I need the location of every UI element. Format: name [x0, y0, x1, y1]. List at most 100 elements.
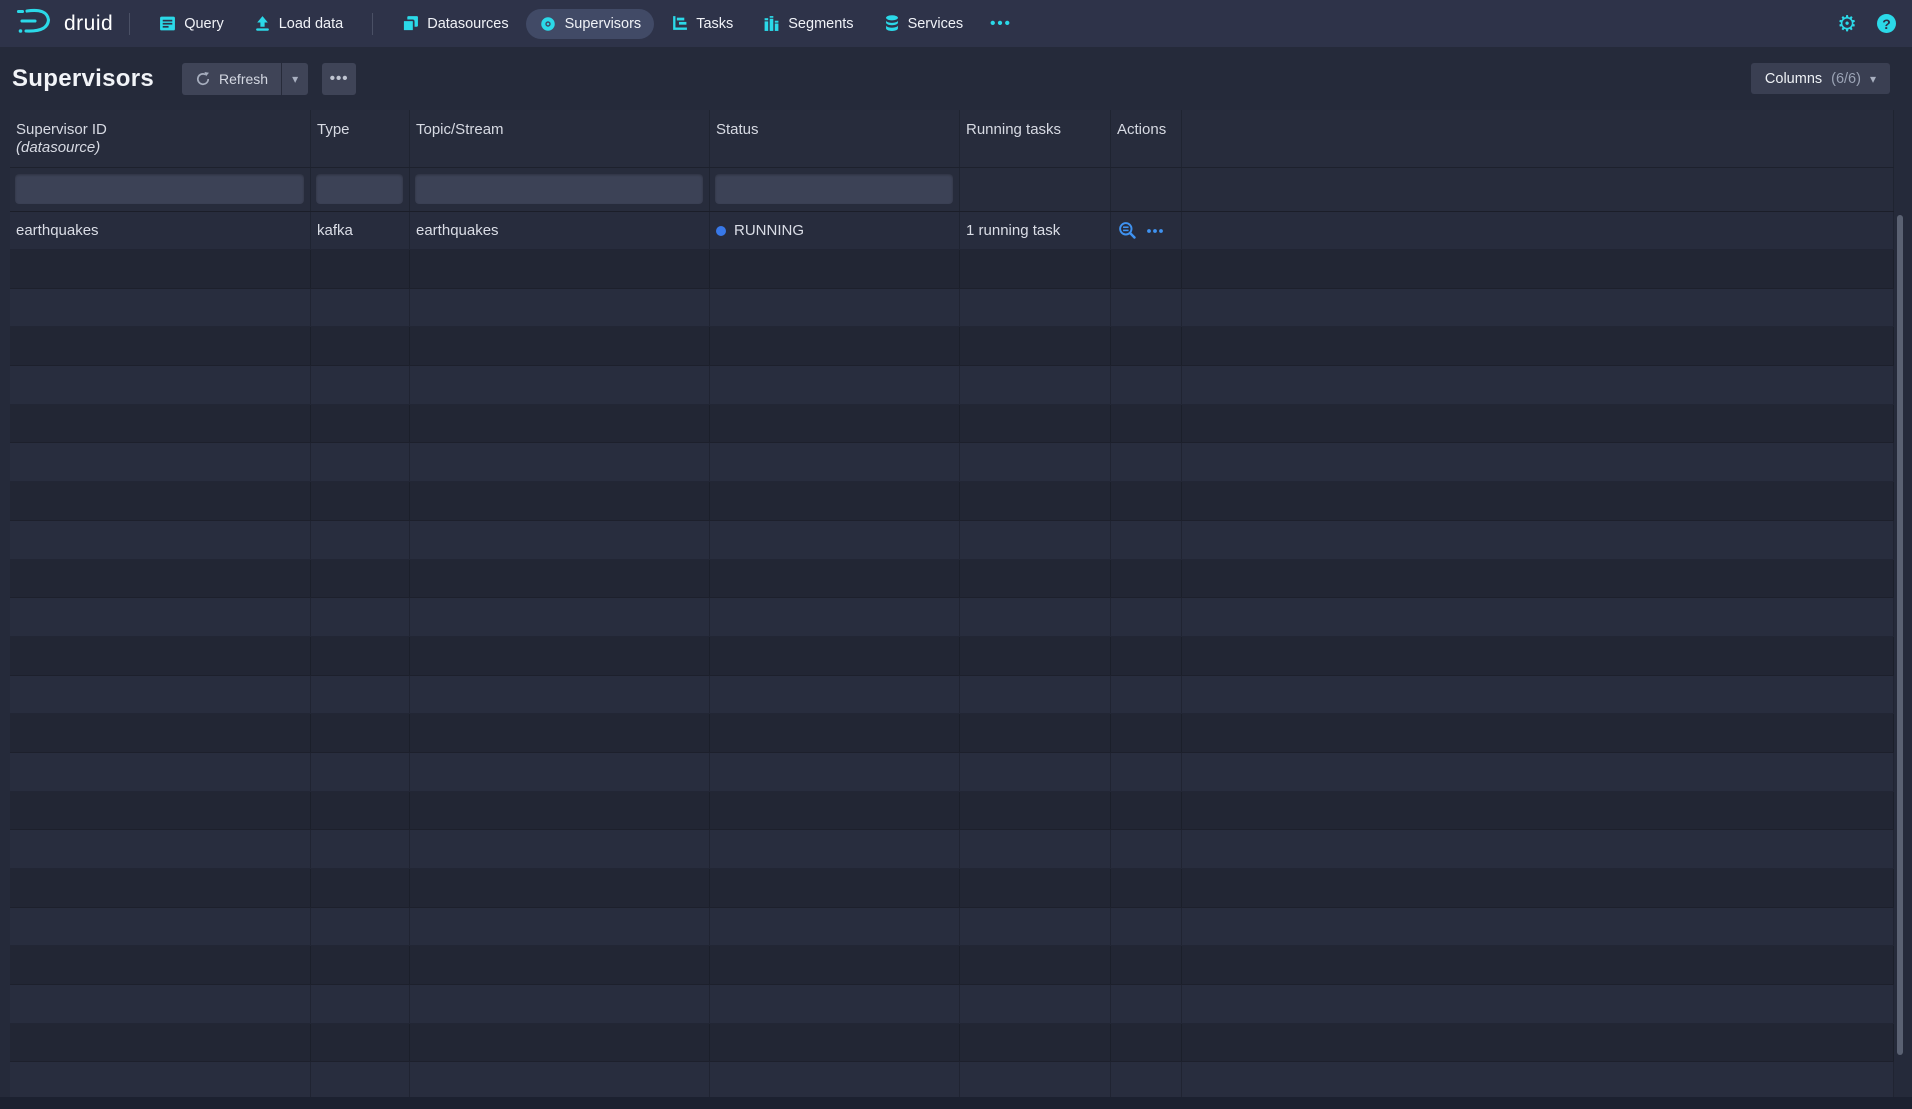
horizontal-scrollbar-track[interactable] [0, 1097, 1912, 1109]
empty-cell [960, 560, 1111, 598]
empty-cell [311, 521, 410, 559]
cell-status: RUNNING [710, 212, 960, 249]
empty-cell [410, 985, 710, 1023]
supervisors-table: Supervisor ID (datasource) Type Topic/St… [10, 110, 1894, 1097]
empty-cell [710, 753, 960, 791]
empty-cell [960, 598, 1111, 636]
filter-type-input[interactable] [316, 174, 403, 204]
empty-cell [410, 1024, 710, 1062]
refresh-button[interactable]: Refresh [182, 63, 281, 95]
empty-cell [1182, 1024, 1894, 1062]
nav-item-tasks[interactable]: Tasks [658, 9, 746, 38]
empty-cell [410, 521, 710, 559]
nav-item-load-data[interactable]: Load data [241, 9, 357, 38]
empty-cell [960, 792, 1111, 830]
empty-cell [1182, 946, 1894, 984]
empty-cell [960, 714, 1111, 752]
empty-cell [960, 637, 1111, 675]
empty-cell [311, 792, 410, 830]
empty-cell [10, 405, 311, 443]
empty-row [10, 946, 1894, 985]
empty-cell [311, 869, 410, 907]
empty-cell [1111, 598, 1182, 636]
empty-cell [1111, 289, 1182, 327]
column-header-type[interactable]: Type [311, 110, 410, 167]
empty-cell [1111, 327, 1182, 365]
empty-cell [410, 946, 710, 984]
empty-cell [10, 830, 311, 868]
empty-cell [710, 482, 960, 520]
empty-cell [1111, 753, 1182, 791]
status-label: RUNNING [734, 212, 804, 249]
cell-filler [1182, 212, 1894, 249]
empty-cell [1111, 714, 1182, 752]
help-icon[interactable]: ? [1877, 14, 1896, 33]
nav-item-label: Supervisors [565, 16, 642, 32]
nav-item-services[interactable]: Services [871, 9, 977, 38]
empty-cell [710, 676, 960, 714]
empty-row [10, 289, 1894, 328]
empty-cell [960, 327, 1111, 365]
nav-more-button[interactable]: ••• [980, 9, 1022, 38]
empty-row [10, 830, 1894, 869]
empty-cell [710, 443, 960, 481]
nav-item-segments[interactable]: Segments [750, 9, 866, 38]
cell-topic-stream: earthquakes [410, 212, 710, 249]
empty-cell [410, 250, 710, 288]
empty-row [10, 250, 1894, 289]
settings-gear-icon[interactable]: ⚙ [1837, 13, 1857, 35]
empty-row [10, 676, 1894, 715]
empty-row [10, 327, 1894, 366]
inspect-magnifier-icon[interactable] [1118, 221, 1137, 240]
empty-cell [10, 327, 311, 365]
empty-cell [1182, 289, 1894, 327]
gantt-icon [671, 15, 688, 32]
empty-cell [960, 250, 1111, 288]
filter-status-input[interactable] [715, 174, 953, 204]
empty-cell [311, 985, 410, 1023]
supervisor-row-earthquakes[interactable]: earthquakes kafka earthquakes RUNNING 1 … [10, 212, 1894, 250]
empty-cell [1111, 637, 1182, 675]
column-header-topic-stream[interactable]: Topic/Stream [410, 110, 710, 167]
columns-picker-button[interactable]: Columns (6/6) ▾ [1751, 63, 1890, 94]
empty-cell [410, 1062, 710, 1097]
empty-cell [311, 676, 410, 714]
empty-cell [410, 366, 710, 404]
druid-logo[interactable]: druid [14, 6, 113, 41]
page-title: Supervisors [12, 65, 154, 93]
empty-cell [311, 560, 410, 598]
empty-cell [10, 443, 311, 481]
row-more-actions-icon[interactable] [1145, 222, 1165, 240]
empty-cell [410, 637, 710, 675]
refresh-interval-caret-button[interactable]: ▾ [282, 63, 308, 95]
empty-cell [1182, 637, 1894, 675]
nav-item-supervisors[interactable]: Supervisors [526, 9, 655, 39]
nav-item-datasources[interactable]: Datasources [389, 9, 521, 38]
empty-cell [311, 753, 410, 791]
empty-cell [710, 792, 960, 830]
column-header-running-tasks[interactable]: Running tasks [960, 110, 1111, 167]
column-header-actions[interactable]: Actions [1111, 110, 1182, 167]
empty-cell [1182, 405, 1894, 443]
empty-cell [710, 521, 960, 559]
empty-cell [960, 366, 1111, 404]
heading-more-button[interactable]: ••• [322, 63, 356, 95]
empty-cell [311, 327, 410, 365]
empty-cell [1111, 560, 1182, 598]
filter-supervisor-id-input[interactable] [15, 174, 304, 204]
empty-cell [410, 869, 710, 907]
column-header-supervisor-id[interactable]: Supervisor ID (datasource) [10, 110, 311, 167]
empty-row [10, 443, 1894, 482]
empty-cell [10, 250, 311, 288]
column-header-label: Running tasks [966, 121, 1104, 139]
column-header-filler [1182, 110, 1894, 167]
empty-cell [410, 560, 710, 598]
nav-item-query[interactable]: Query [146, 9, 237, 38]
empty-cell [311, 405, 410, 443]
column-header-status[interactable]: Status [710, 110, 960, 167]
empty-cell [10, 637, 311, 675]
filter-topic-stream-input[interactable] [415, 174, 703, 204]
empty-cell [960, 1024, 1111, 1062]
vertical-scrollbar-thumb[interactable] [1897, 215, 1903, 1055]
cell-type: kafka [311, 212, 410, 249]
